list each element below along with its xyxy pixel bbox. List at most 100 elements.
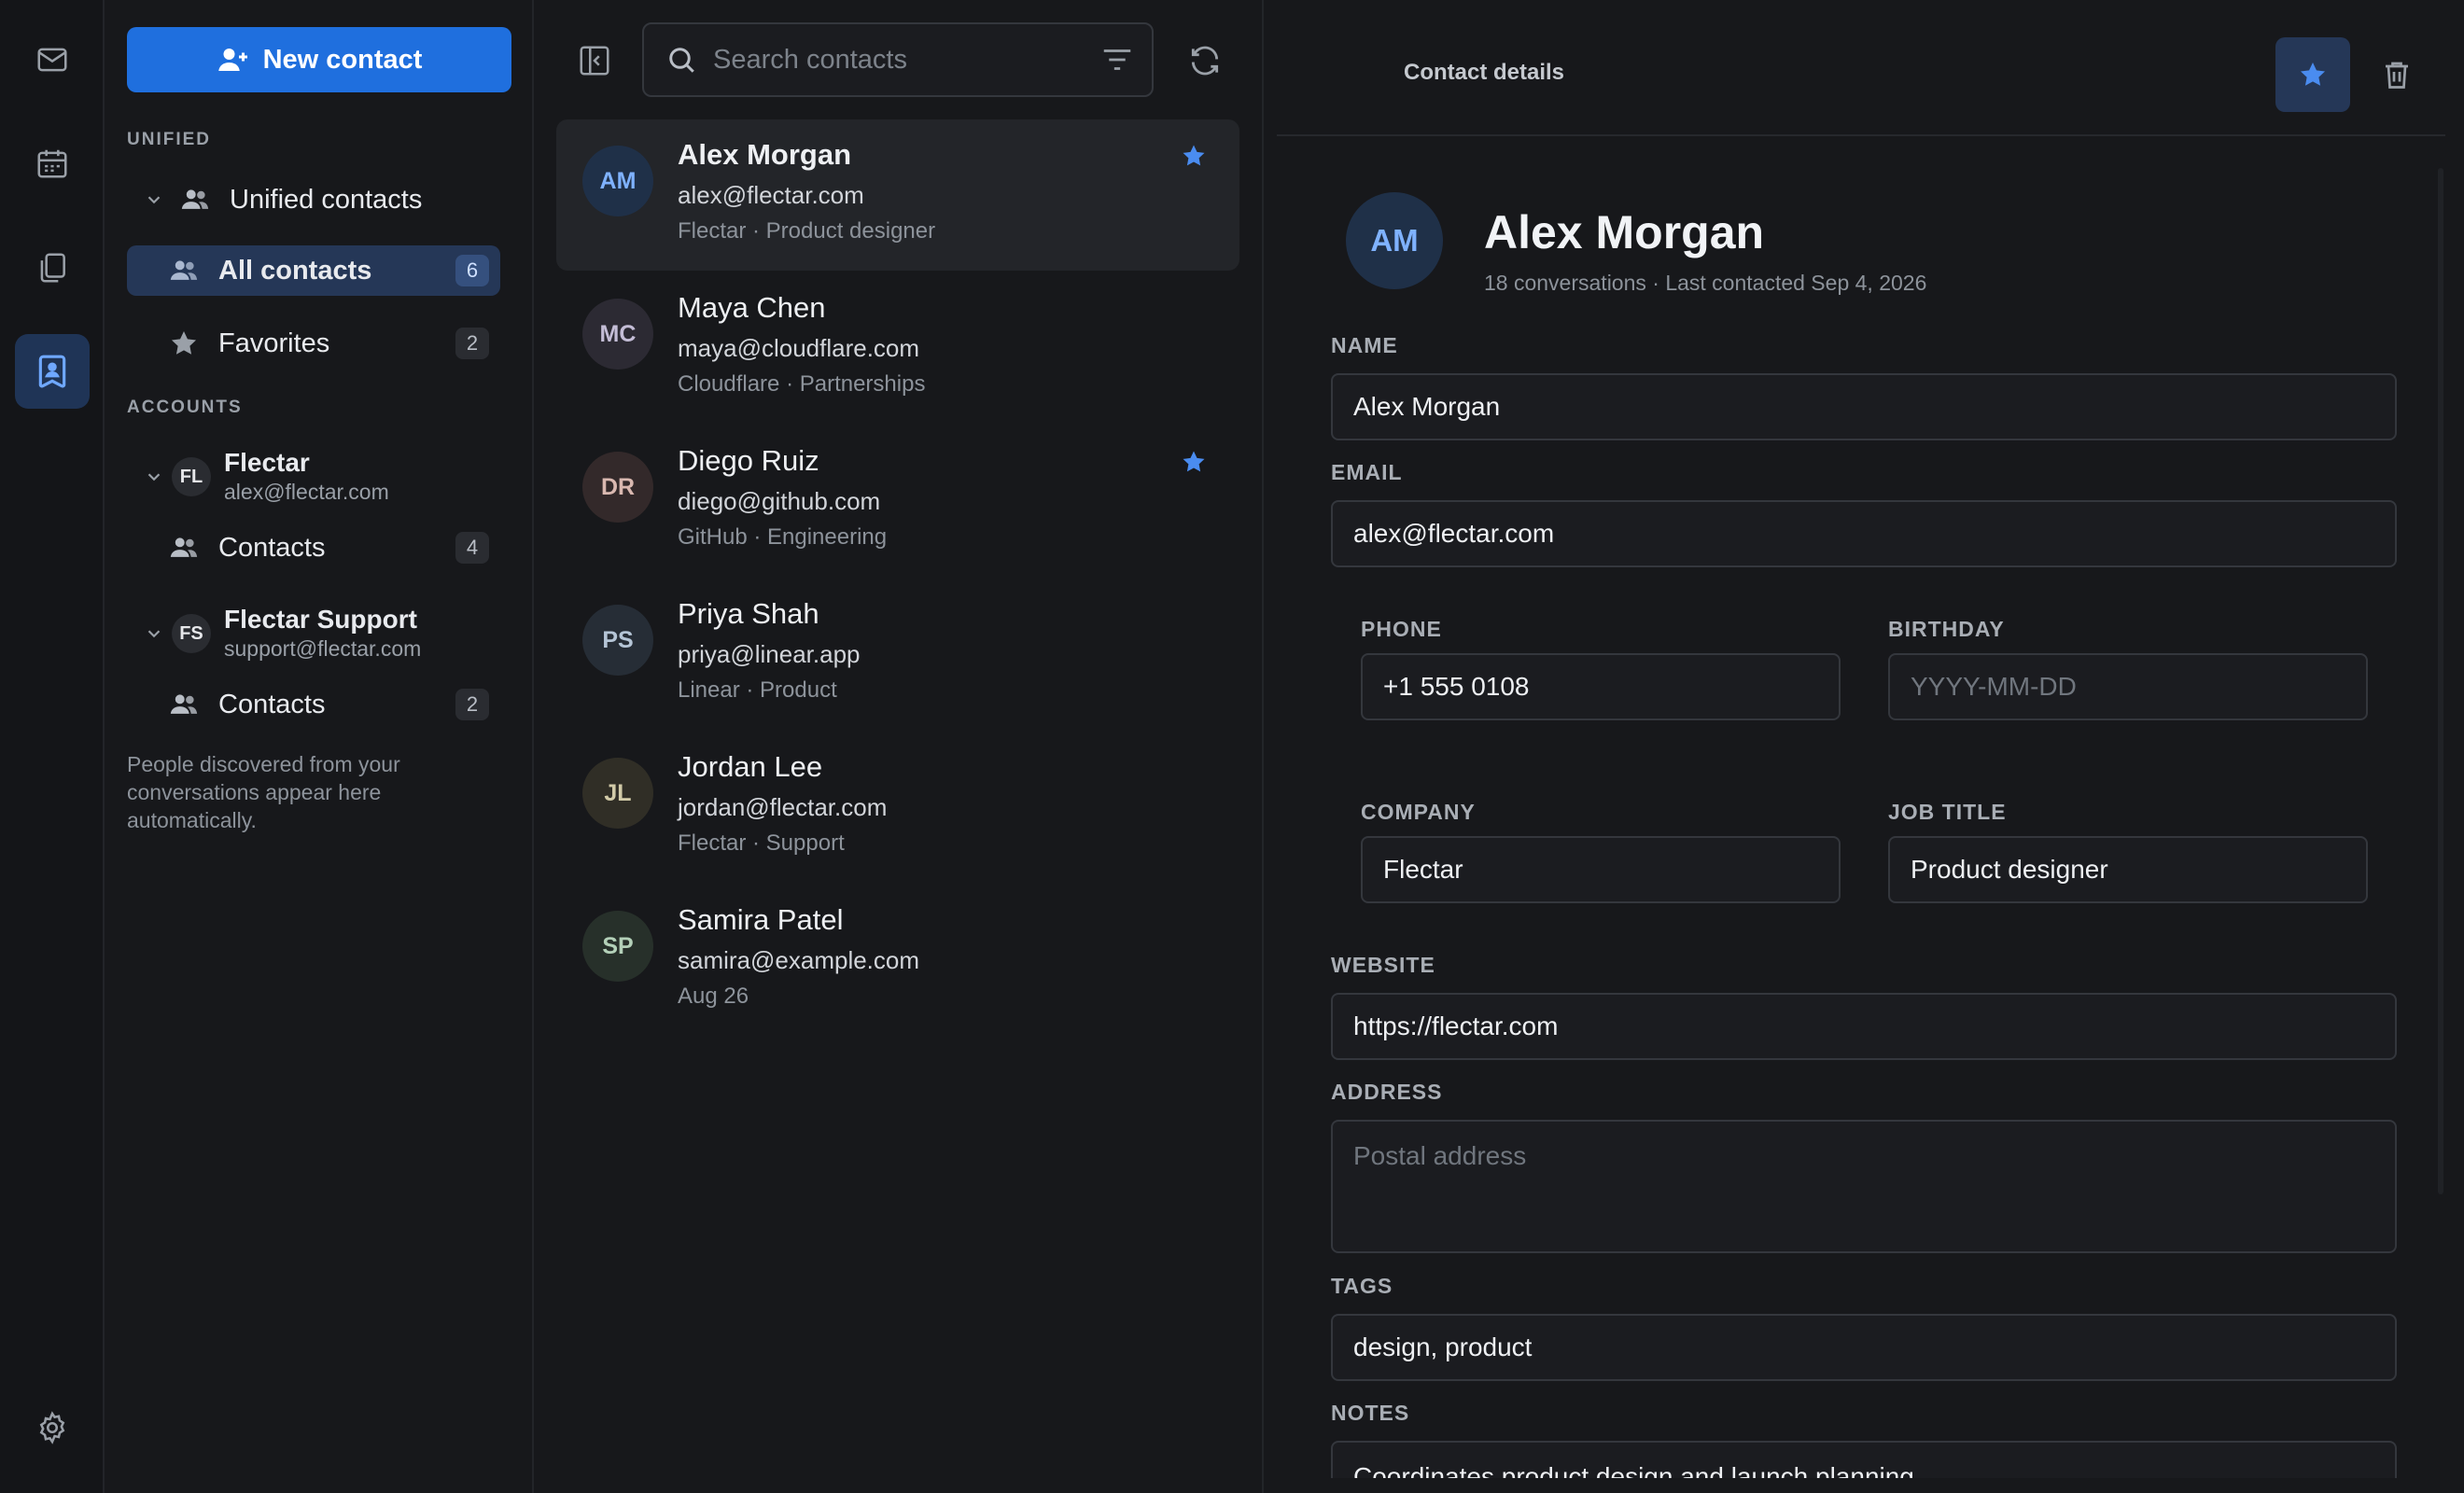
calendar-icon — [37, 149, 67, 178]
toggle-sidebar-button[interactable] — [571, 37, 618, 84]
sidebar-item-all-contacts[interactable]: All contacts 6 — [127, 245, 500, 296]
contacts-count: 4 — [455, 532, 489, 564]
all-contacts-label: All contacts — [218, 255, 372, 286]
contact-email: jordan@flectar.com — [678, 793, 888, 821]
tags-label: TAGS — [1331, 1274, 1393, 1298]
unified-section-title: UNIFIED — [127, 130, 211, 149]
account-badge: FS — [172, 614, 211, 653]
sidebar-item-flectar-contacts[interactable]: Contacts 4 — [127, 523, 500, 573]
contact-avatar: SP — [582, 911, 653, 982]
calendar-nav-button[interactable] — [15, 126, 90, 201]
contact-subtitle: Flectar · Product designer — [678, 218, 936, 244]
tags-field[interactable] — [1331, 1314, 2397, 1381]
all-contacts-count: 6 — [455, 255, 489, 286]
new-contact-label: New contact — [262, 44, 423, 75]
contact-avatar: DR — [582, 452, 653, 523]
contact-row[interactable]: JL Jordan Lee jordan@flectar.com Flectar · … — [556, 732, 1239, 883]
account-email: alex@flectar.com — [224, 480, 389, 504]
gear-icon — [39, 1411, 65, 1444]
contact-name: Samira Patel — [678, 903, 844, 936]
address-field[interactable] — [1331, 1120, 2397, 1253]
mail-icon — [37, 48, 67, 72]
refresh-icon — [1191, 46, 1219, 76]
contact-subtitle: Aug 26 — [678, 984, 749, 1009]
contact-row[interactable]: MC Maya Chen maya@cloudflare.com Cloudflare… — [556, 272, 1239, 424]
contact-name: Priya Shah — [678, 597, 819, 630]
trash-icon — [2386, 62, 2408, 89]
contact-row[interactable]: SP Samira Patel samira@example.com Aug 26 — [556, 885, 1239, 1036]
add-person-icon — [217, 49, 247, 71]
contact-name-heading: Alex Morgan — [1484, 206, 1765, 258]
mail-nav-button[interactable] — [15, 22, 90, 97]
contact-meta: 18 conversations · Last contacted Sep 4,… — [1484, 271, 1927, 295]
job-title-label: JOB TITLE — [1888, 800, 2007, 824]
contacts-label: Contacts — [218, 689, 326, 719]
contact-avatar: AM — [1346, 192, 1443, 289]
contact-email: priya@linear.app — [678, 640, 861, 668]
contact-avatar: AM — [582, 146, 653, 216]
delete-contact-button[interactable] — [2369, 37, 2425, 112]
contact-list-pane: AM Alex Morgan alex@flectar.com Flectar · P… — [534, 0, 1264, 1493]
company-field[interactable] — [1361, 836, 1841, 903]
contact-email: maya@cloudflare.com — [678, 334, 920, 362]
settings-nav-button[interactable] — [15, 1390, 90, 1465]
notes-field[interactable]: Coordinates product design and launch pl… — [1331, 1441, 2397, 1478]
files-icon — [40, 253, 65, 283]
contact-avatar: JL — [582, 758, 653, 829]
search-box[interactable] — [642, 22, 1154, 97]
details-title: Contact details — [1404, 60, 1565, 85]
files-nav-button[interactable] — [15, 230, 90, 305]
chevron-down-icon — [147, 196, 161, 204]
search-input[interactable] — [713, 44, 1086, 76]
sidebar-collapse-icon — [580, 46, 609, 76]
email-field[interactable] — [1331, 500, 2397, 567]
star-icon — [171, 330, 197, 355]
details-scrollbar[interactable] — [2438, 168, 2443, 1194]
contact-row[interactable]: AM Alex Morgan alex@flectar.com Flectar · P… — [556, 119, 1239, 271]
contacts-label: Contacts — [218, 532, 326, 563]
sidebar-item-support-contacts[interactable]: Contacts 2 — [127, 679, 500, 730]
email-label: EMAIL — [1331, 460, 1403, 484]
filter-icon[interactable] — [1099, 42, 1135, 77]
name-field[interactable] — [1331, 373, 2397, 440]
contacts-icon — [38, 355, 66, 388]
new-contact-button[interactable]: New contact — [127, 27, 511, 92]
contact-row[interactable]: DR Diego Ruiz diego@github.com GitHub · Eng… — [556, 426, 1239, 577]
company-label: COMPANY — [1361, 800, 1476, 824]
phone-label: PHONE — [1361, 617, 1442, 641]
favorites-count: 2 — [455, 328, 489, 359]
details-header: Contact details — [1277, 0, 2445, 136]
address-label: ADDRESS — [1331, 1080, 1443, 1104]
app-rail — [0, 0, 105, 1493]
contact-name: Maya Chen — [678, 291, 826, 324]
sidebar-help-text: People discovered from your conversation… — [127, 752, 400, 832]
contact-name: Jordan Lee — [678, 750, 823, 783]
job-title-field[interactable] — [1888, 836, 2368, 903]
unified-contacts-label: Unified contacts — [230, 184, 423, 215]
favorite-toggle-button[interactable] — [2275, 37, 2350, 112]
phone-field[interactable] — [1361, 653, 1841, 720]
favorites-label: Favorites — [218, 328, 330, 358]
people-icon — [170, 260, 198, 280]
star-icon[interactable] — [1180, 448, 1208, 476]
notes-clip: Coordinates product design and launch pl… — [1331, 1441, 2397, 1478]
search-icon — [669, 48, 694, 73]
contact-row[interactable]: PS Priya Shah priya@linear.app Linear · Pro… — [556, 579, 1239, 730]
refresh-button[interactable] — [1182, 37, 1228, 84]
contact-email: diego@github.com — [678, 487, 881, 515]
contact-details-pane: Contact details AM Alex Morgan 18 conver… — [1264, 0, 2464, 1493]
contact-subtitle: Cloudflare · Partnerships — [678, 371, 926, 397]
sidebar-item-favorites[interactable]: Favorites 2 — [127, 318, 500, 369]
people-icon — [181, 189, 209, 209]
chevron-down-icon — [147, 473, 161, 481]
chevron-down-icon — [147, 630, 161, 638]
birthday-field[interactable] — [1888, 653, 2368, 720]
star-icon[interactable] — [1180, 142, 1208, 170]
notes-label: NOTES — [1331, 1401, 1410, 1425]
contact-avatar: MC — [582, 299, 653, 370]
contacts-count: 2 — [455, 689, 489, 720]
contacts-nav-button[interactable] — [15, 334, 90, 409]
website-field[interactable] — [1331, 993, 2397, 1060]
people-icon — [170, 537, 198, 557]
unified-contacts-group[interactable]: Unified contacts — [127, 174, 500, 225]
